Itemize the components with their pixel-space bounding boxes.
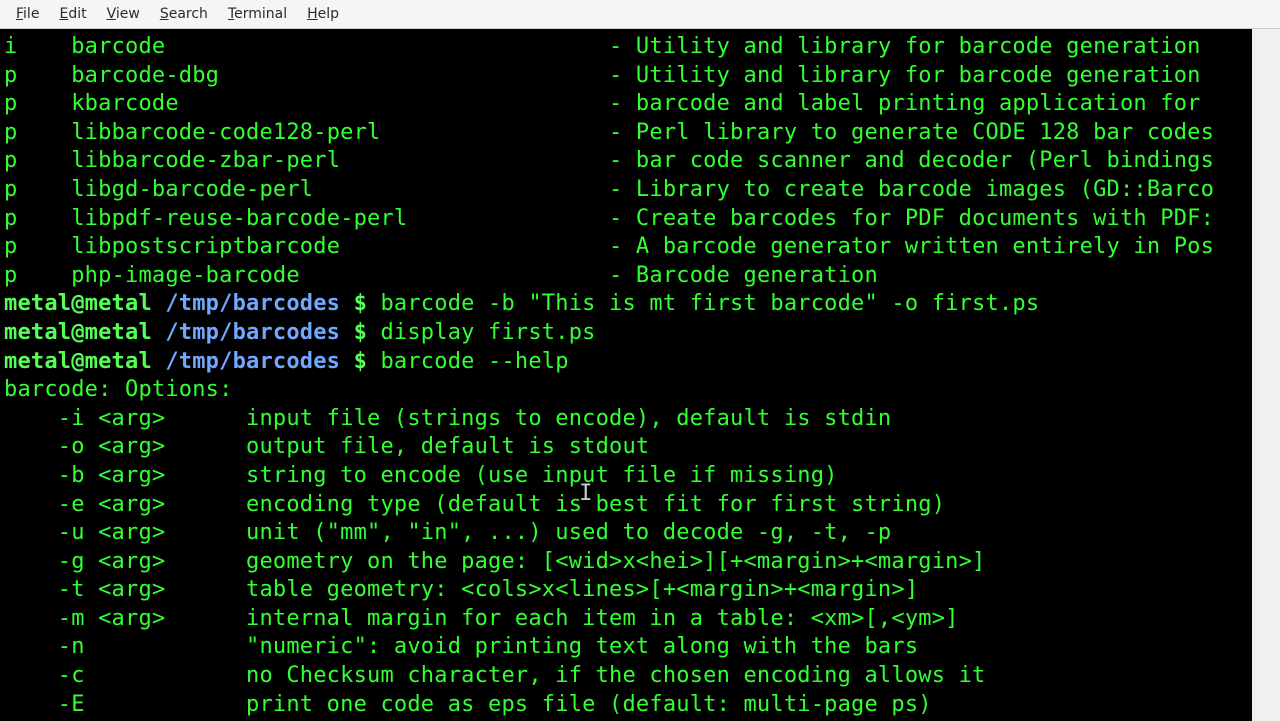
help-option-row: -o <arg> output file, default is stdout (4, 433, 1248, 462)
help-option-row: -c no Checksum character, if the chosen … (4, 662, 1248, 691)
package-row: p libpdf-reuse-barcode-perl - Create bar… (4, 205, 1248, 234)
package-row: p barcode-dbg - Utility and library for … (4, 62, 1248, 91)
prompt-line-2: metal@metal /tmp/barcodes $ display firs… (4, 319, 1248, 348)
package-row: p libbarcode-code128-perl - Perl library… (4, 119, 1248, 148)
help-option-row: -g <arg> geometry on the page: [<wid>x<h… (4, 548, 1248, 577)
package-row: p libbarcode-zbar-perl - bar code scanne… (4, 147, 1248, 176)
package-row: p libgd-barcode-perl - Library to create… (4, 176, 1248, 205)
menu-terminal[interactable]: Terminal (218, 4, 297, 24)
help-option-row: -b <arg> string to encode (use input fil… (4, 462, 1248, 491)
package-row: p libpostscriptbarcode - A barcode gener… (4, 233, 1248, 262)
help-option-row: -i <arg> input file (strings to encode),… (4, 405, 1248, 434)
terminal-output[interactable]: i barcode - Utility and library for barc… (0, 29, 1252, 721)
package-row: p php-image-barcode - Barcode generation (4, 262, 1248, 291)
help-header: barcode: Options: (4, 376, 1248, 405)
help-option-row: -E print one code as eps file (default: … (4, 691, 1248, 720)
menu-help[interactable]: Help (297, 4, 349, 24)
prompt-line-1: metal@metal /tmp/barcodes $ barcode -b "… (4, 290, 1248, 319)
help-option-row: -e <arg> encoding type (default is best … (4, 491, 1248, 520)
package-row: p kbarcode - barcode and label printing … (4, 90, 1248, 119)
menu-search[interactable]: Search (150, 4, 218, 24)
menu-view[interactable]: View (97, 4, 150, 24)
help-option-row: -n "numeric": avoid printing text along … (4, 633, 1248, 662)
help-option-row: -u <arg> unit ("mm", "in", ...) used to … (4, 519, 1248, 548)
package-row: i barcode - Utility and library for barc… (4, 33, 1248, 62)
help-option-row: -t <arg> table geometry: <cols>x<lines>[… (4, 576, 1248, 605)
menu-edit[interactable]: Edit (49, 4, 96, 24)
help-option-row: -m <arg> internal margin for each item i… (4, 605, 1248, 634)
prompt-line-3: metal@metal /tmp/barcodes $ barcode --he… (4, 348, 1248, 377)
menubar: File Edit View Search Terminal Help (0, 0, 1280, 29)
menu-file[interactable]: File (6, 4, 49, 24)
